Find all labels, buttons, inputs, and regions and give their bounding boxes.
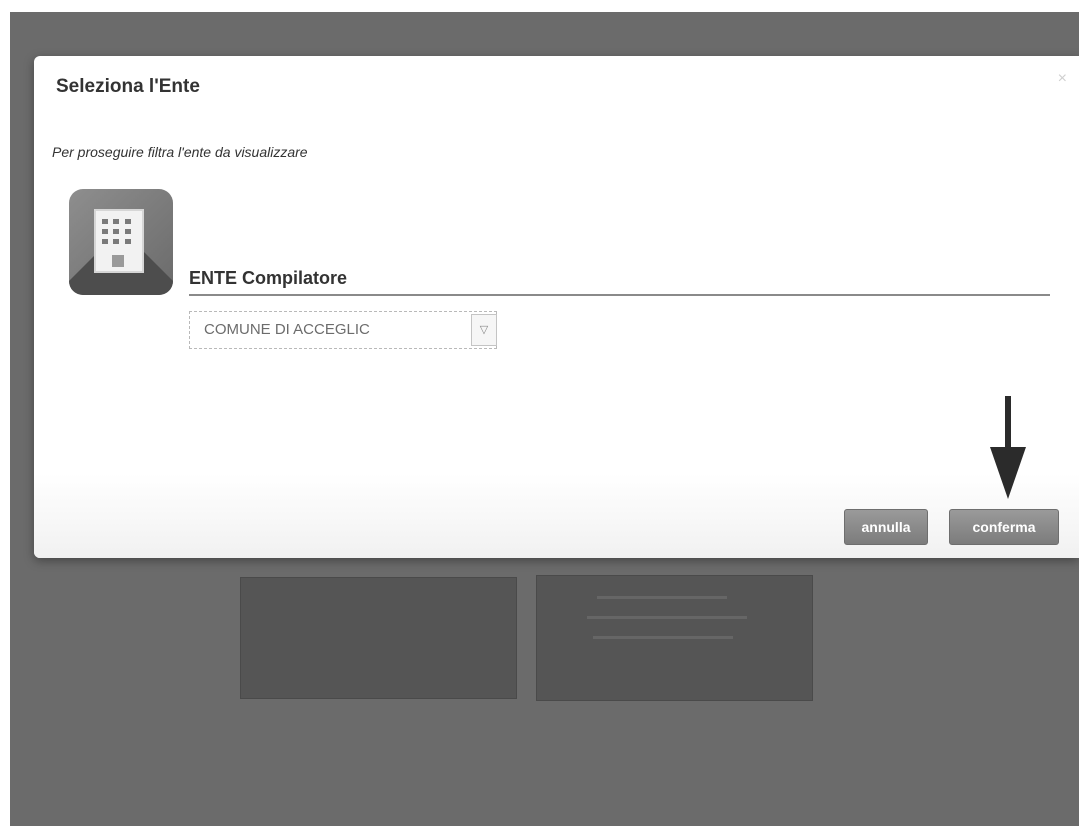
background-panel-left xyxy=(240,577,517,699)
background-panel-right xyxy=(536,575,813,701)
ente-compilatore-label: ENTE Compilatore xyxy=(189,268,348,288)
dialog-title: Seleziona l'Ente xyxy=(56,76,200,97)
confirm-button[interactable]: conferma xyxy=(949,509,1059,545)
arrow-down-icon xyxy=(1005,396,1011,450)
close-icon[interactable]: × xyxy=(1058,70,1067,88)
dialog-subtitle: Per proseguire filtra l'ente da visualiz… xyxy=(52,144,308,160)
field-divider xyxy=(189,294,1050,296)
chevron-down-icon[interactable]: ▽ xyxy=(471,314,497,346)
background-text-line xyxy=(587,616,747,619)
ente-select-value: COMUNE DI ACCEGLIC xyxy=(204,321,370,338)
building-icon xyxy=(69,189,173,295)
cancel-button[interactable]: annulla xyxy=(844,509,928,545)
select-ente-dialog: Seleziona l'Ente × Per proseguire filtra… xyxy=(34,56,1079,558)
ente-select[interactable]: COMUNE DI ACCEGLIC ▽ xyxy=(189,311,497,349)
background-text-line xyxy=(597,596,727,599)
arrow-down-icon-head xyxy=(990,447,1026,499)
background-text-line xyxy=(593,636,733,639)
